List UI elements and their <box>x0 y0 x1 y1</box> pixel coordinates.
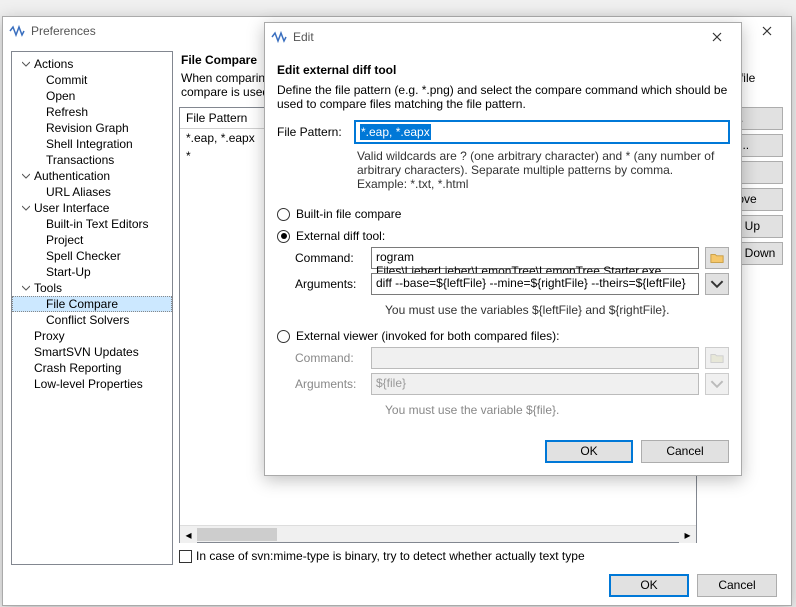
edit-titlebar[interactable]: Edit <box>265 23 741 51</box>
command-label: Command: <box>295 251 365 265</box>
tree-group-tools[interactable]: Tools <box>12 280 172 296</box>
horizontal-scrollbar[interactable]: ◂ ▸ <box>180 525 696 542</box>
preferences-tree[interactable]: Actions Commit Open Refresh Revision Gra… <box>11 51 173 565</box>
radio-external-row[interactable]: External diff tool: <box>277 225 729 247</box>
command-input[interactable]: rogram Files\LieberLieber\LemonTree\Lemo… <box>371 247 699 269</box>
tree-group-label: Authentication <box>34 169 110 183</box>
arguments-dropdown-button[interactable] <box>705 273 729 295</box>
arguments-label: Arguments: <box>295 277 365 291</box>
folder-icon <box>710 252 724 264</box>
tree-item-crash-reporting[interactable]: Crash Reporting <box>12 360 172 376</box>
tree-item-low-level-properties[interactable]: Low-level Properties <box>12 376 172 392</box>
viewer-arguments-input: ${file} <box>371 373 699 395</box>
binary-detect-label: In case of svn:mime-type is binary, try … <box>196 549 585 563</box>
chevron-down-icon <box>710 378 724 390</box>
chevron-down-icon <box>22 284 30 292</box>
file-pattern-input[interactable]: *.eap, *.eapx <box>355 121 729 143</box>
radio-viewer-row[interactable]: External viewer (invoked for both compar… <box>277 325 729 347</box>
tree-group-authentication[interactable]: Authentication <box>12 168 172 184</box>
ok-button[interactable]: OK <box>545 440 633 463</box>
folder-icon <box>710 352 724 364</box>
radio-external[interactable] <box>277 230 290 243</box>
edit-title: Edit <box>293 30 697 44</box>
tree-group-label: User Interface <box>34 201 109 215</box>
chevron-down-icon <box>710 278 724 290</box>
radio-builtin[interactable] <box>277 208 290 221</box>
tree-item-proxy[interactable]: Proxy <box>12 328 172 344</box>
chevron-down-icon <box>22 60 30 68</box>
arguments-input[interactable]: diff --base=${leftFile} --mine=${rightFi… <box>371 273 699 295</box>
tree-item-refresh[interactable]: Refresh <box>12 104 172 120</box>
scroll-thumb[interactable] <box>197 528 277 541</box>
edit-dialog: Edit Edit external diff tool Define the … <box>264 22 742 476</box>
variables-note: You must use the variables ${leftFile} a… <box>295 299 729 319</box>
scroll-right-icon[interactable]: ▸ <box>679 526 696 543</box>
preferences-footer: OK Cancel <box>3 565 791 605</box>
chevron-down-icon <box>22 204 30 212</box>
file-pattern-label: File Pattern: <box>277 125 349 139</box>
tree-item-transactions[interactable]: Transactions <box>12 152 172 168</box>
ok-button[interactable]: OK <box>609 574 689 597</box>
cancel-button[interactable]: Cancel <box>697 574 777 597</box>
close-icon[interactable] <box>697 25 737 49</box>
app-icon <box>271 29 287 45</box>
scroll-left-icon[interactable]: ◂ <box>180 526 197 543</box>
browse-button-disabled <box>705 347 729 369</box>
tree-item-shell-integration[interactable]: Shell Integration <box>12 136 172 152</box>
tree-item-builtin-text-editors[interactable]: Built-in Text Editors <box>12 216 172 232</box>
binary-detect-checkbox[interactable] <box>179 550 192 563</box>
tree-group-user-interface[interactable]: User Interface <box>12 200 172 216</box>
viewer-command-label: Command: <box>295 351 365 365</box>
tree-item-project[interactable]: Project <box>12 232 172 248</box>
tree-item-smartsvn-updates[interactable]: SmartSVN Updates <box>12 344 172 360</box>
close-icon[interactable] <box>747 19 787 43</box>
edit-description: Define the file pattern (e.g. *.png) and… <box>277 83 729 111</box>
tree-item-start-up[interactable]: Start-Up <box>12 264 172 280</box>
viewer-command-input <box>371 347 699 369</box>
wildcard-hint: Valid wildcards are ? (one arbitrary cha… <box>357 149 729 191</box>
tree-item-url-aliases[interactable]: URL Aliases <box>12 184 172 200</box>
tree-item-revision-graph[interactable]: Revision Graph <box>12 120 172 136</box>
radio-viewer-label: External viewer (invoked for both compar… <box>296 329 559 343</box>
viewer-dropdown-disabled <box>705 373 729 395</box>
edit-heading: Edit external diff tool <box>277 59 729 83</box>
viewer-variable-note: You must use the variable ${file}. <box>295 399 729 419</box>
tree-group-label: Tools <box>34 281 62 295</box>
binary-detect-row[interactable]: In case of svn:mime-type is binary, try … <box>179 543 783 565</box>
app-icon <box>9 23 25 39</box>
edit-footer: OK Cancel <box>277 430 729 469</box>
tree-item-open[interactable]: Open <box>12 88 172 104</box>
radio-external-label: External diff tool: <box>296 229 385 243</box>
cancel-button[interactable]: Cancel <box>641 440 729 463</box>
browse-button[interactable] <box>705 247 729 269</box>
radio-builtin-label: Built-in file compare <box>296 207 401 221</box>
tree-item-commit[interactable]: Commit <box>12 72 172 88</box>
radio-builtin-row[interactable]: Built-in file compare <box>277 203 729 225</box>
chevron-down-icon <box>22 172 30 180</box>
tree-group-label: Actions <box>34 57 73 71</box>
tree-item-conflict-solvers[interactable]: Conflict Solvers <box>12 312 172 328</box>
viewer-arguments-label: Arguments: <box>295 377 365 391</box>
radio-viewer[interactable] <box>277 330 290 343</box>
tree-item-file-compare[interactable]: File Compare <box>12 296 172 312</box>
tree-item-spell-checker[interactable]: Spell Checker <box>12 248 172 264</box>
tree-group-actions[interactable]: Actions <box>12 56 172 72</box>
